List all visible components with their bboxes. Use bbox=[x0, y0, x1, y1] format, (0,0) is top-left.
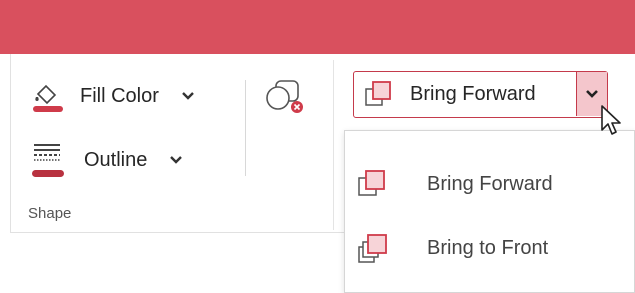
bring-to-front-icon bbox=[357, 232, 391, 271]
fill-color-icon bbox=[30, 78, 66, 114]
mouse-cursor-icon bbox=[600, 104, 624, 145]
outline-icon bbox=[30, 140, 66, 180]
change-shape-icon bbox=[264, 80, 306, 120]
bring-forward-icon bbox=[364, 79, 396, 114]
menu-item-bring-forward[interactable]: Bring Forward bbox=[345, 157, 634, 211]
fill-color-button[interactable]: Fill Color bbox=[30, 78, 195, 114]
bring-forward-icon bbox=[357, 168, 389, 205]
menu-item-label: Bring to Front bbox=[427, 236, 549, 259]
menu-item-label: Bring Forward bbox=[427, 172, 553, 195]
outline-chevron-down-icon[interactable] bbox=[169, 152, 183, 168]
outline-label: Outline bbox=[84, 148, 148, 171]
fill-color-chevron-down-icon[interactable] bbox=[181, 88, 195, 104]
ribbon-divider bbox=[245, 80, 246, 176]
shape-group-label: Shape bbox=[28, 205, 72, 222]
app-titlebar bbox=[0, 0, 635, 54]
chevron-down-icon bbox=[585, 86, 599, 102]
bring-forward-button[interactable]: Bring Forward bbox=[354, 72, 578, 116]
group-divider bbox=[333, 60, 334, 230]
bring-forward-menu: Bring Forward Bring to Front bbox=[344, 130, 635, 293]
outline-button[interactable]: Outline bbox=[30, 140, 183, 180]
bring-forward-label: Bring Forward bbox=[410, 82, 536, 105]
change-shape-button[interactable] bbox=[264, 78, 306, 116]
bring-forward-split-button[interactable]: Bring Forward bbox=[353, 71, 608, 118]
menu-item-bring-to-front[interactable]: Bring to Front bbox=[345, 221, 634, 275]
fill-color-label: Fill Color bbox=[80, 84, 159, 107]
